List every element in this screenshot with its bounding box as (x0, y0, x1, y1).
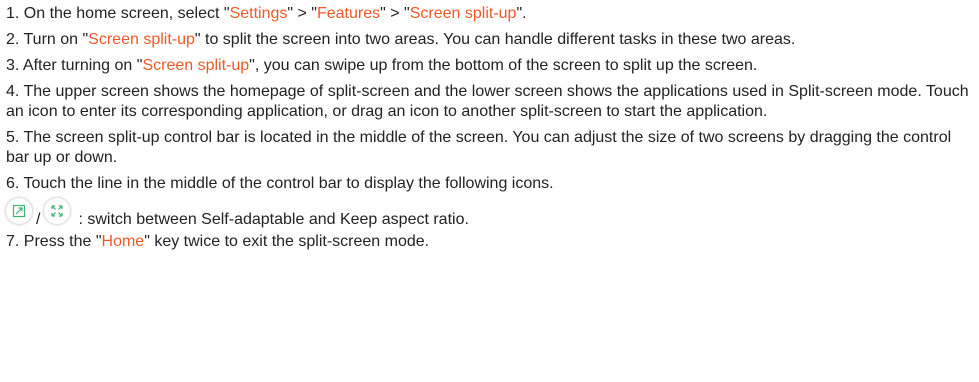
keep-aspect-ratio-icon (44, 198, 71, 224)
step-4: 4. The upper screen shows the homepage o… (6, 82, 973, 122)
step-5: 5. The screen split-up control bar is lo… (6, 128, 973, 168)
step-text: After turning on " (22, 57, 143, 74)
icon-legend-description: : switch between Self-adaptable and Keep… (78, 211, 469, 228)
highlighted-term: Home (101, 233, 145, 250)
step-number: 3. (6, 57, 23, 74)
step-7: 7. Press the "Home" key twice to exit th… (6, 232, 973, 252)
highlighted-term: Screen split-up (142, 57, 250, 74)
step-text: ", you can swipe up from the bottom of t… (249, 57, 758, 74)
step-number: 5. (6, 129, 24, 146)
step-number: 7. (6, 233, 24, 250)
step-text: ". (516, 5, 527, 22)
highlighted-term: Screen split-up (409, 5, 517, 22)
step-text: " > " (380, 5, 410, 22)
step-text: Turn on " (23, 31, 89, 48)
step-text: Touch the line in the middle of the cont… (23, 175, 554, 192)
icon-separator: / (36, 211, 41, 228)
step-text: Press the " (23, 233, 102, 250)
self-adaptable-icon (6, 198, 32, 224)
instructions-document: 1. On the home screen, select "Settings"… (0, 0, 979, 252)
highlighted-term: Features (316, 5, 381, 22)
step-number: 6. (6, 175, 24, 192)
step-number: 2. (6, 31, 24, 48)
step-number: 1. (6, 5, 24, 22)
steps-list: 1. On the home screen, select "Settings"… (6, 4, 973, 194)
step-1: 1. On the home screen, select "Settings"… (6, 4, 973, 24)
highlighted-term: Screen split-up (88, 31, 195, 48)
step-text: " key twice to exit the split-screen mod… (144, 233, 430, 250)
step-text: The upper screen shows the homepage of s… (6, 83, 969, 120)
step-text: The screen split-up control bar is locat… (6, 129, 952, 166)
step-text: On the home screen, select " (23, 5, 230, 22)
step-6: 6. Touch the line in the middle of the c… (6, 174, 973, 194)
step-text: " > " (287, 5, 317, 22)
highlighted-term: Settings (229, 5, 288, 22)
icon-legend-row: / : switch between Self-adaptable and Ke… (6, 198, 973, 228)
step-2: 2. Turn on "Screen split-up" to split th… (6, 30, 973, 50)
step-3: 3. After turning on "Screen split-up", y… (6, 56, 973, 76)
step-text: " to split the screen into two areas. Yo… (194, 31, 796, 48)
step-number: 4. (6, 83, 24, 100)
